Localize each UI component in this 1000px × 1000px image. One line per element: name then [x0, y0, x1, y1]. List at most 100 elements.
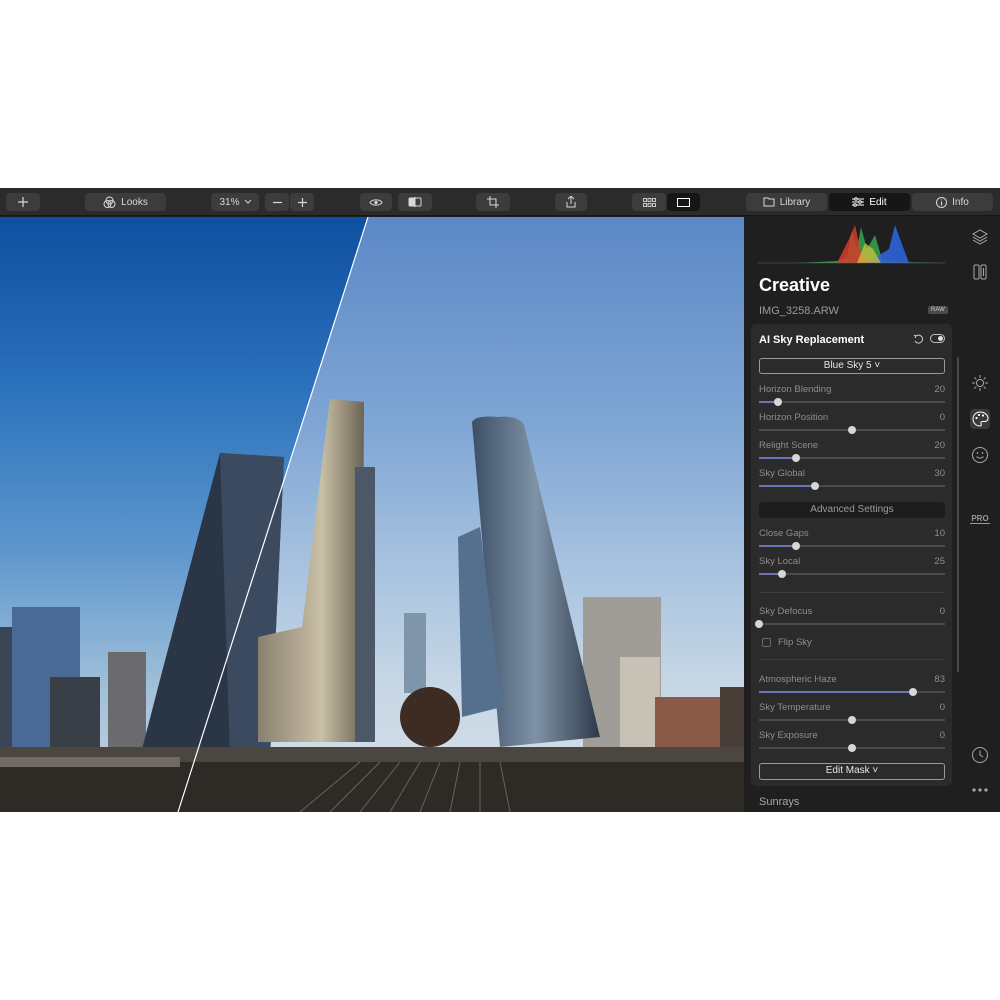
- share-button[interactable]: [555, 193, 587, 211]
- plus-icon: [18, 197, 28, 207]
- crop-button[interactable]: [476, 193, 510, 211]
- top-toolbar: Looks 31% Library Edit Info: [0, 188, 1000, 216]
- slider-value[interactable]: 0: [940, 702, 945, 713]
- history-icon[interactable]: [970, 745, 990, 765]
- divider: [759, 659, 945, 660]
- edit-label: Edit: [869, 196, 887, 208]
- slider-track[interactable]: [759, 482, 945, 490]
- slider-knob[interactable]: [755, 620, 763, 628]
- face-icon[interactable]: [970, 445, 990, 465]
- slider-value[interactable]: 0: [940, 412, 945, 423]
- slider-track[interactable]: [759, 426, 945, 434]
- slider-knob[interactable]: [848, 716, 856, 724]
- flip-sky-checkbox[interactable]: [762, 638, 771, 647]
- zoom-out-button[interactable]: [265, 193, 289, 211]
- slider-label: Sky Defocus: [759, 606, 813, 617]
- preview-button[interactable]: [360, 193, 392, 211]
- sunrays-section-title[interactable]: Sunrays: [759, 796, 799, 808]
- share-icon: [566, 196, 576, 208]
- sky-select-dropdown[interactable]: Blue Sky 5 ˅: [759, 358, 945, 374]
- library-tab[interactable]: Library: [746, 193, 827, 211]
- slider-track[interactable]: [759, 570, 945, 578]
- before-after-divider[interactable]: [0, 217, 744, 812]
- photo-canvas[interactable]: [0, 217, 744, 812]
- more-icon[interactable]: [970, 780, 990, 800]
- slider-value[interactable]: 83: [934, 674, 945, 685]
- panel-title: Creative: [759, 275, 831, 295]
- grid-view-button[interactable]: [632, 193, 666, 211]
- slider-knob[interactable]: [848, 426, 856, 434]
- advanced-settings-button[interactable]: Advanced Settings: [759, 502, 945, 518]
- slider-label: Sky Local: [759, 556, 801, 567]
- grid-icon: [642, 197, 656, 207]
- info-tab[interactable]: Info: [912, 193, 993, 211]
- slider-label: Atmospheric Haze: [759, 674, 837, 685]
- sun-icon[interactable]: [970, 373, 990, 393]
- slider-knob[interactable]: [773, 398, 782, 406]
- slider-knob[interactable]: [792, 454, 801, 462]
- slider-value[interactable]: 0: [940, 606, 945, 617]
- info-label: Info: [952, 196, 969, 208]
- slider-knob[interactable]: [848, 744, 856, 752]
- slider-track[interactable]: [759, 744, 945, 752]
- chevron-down-icon: [244, 200, 251, 204]
- ai-sky-replacement-card: AI Sky Replacement Blue Sky 5 ˅ Advanced…: [751, 324, 952, 786]
- slider-knob[interactable]: [778, 570, 787, 578]
- slider-value[interactable]: 10: [934, 528, 945, 539]
- tool-enable-toggle[interactable]: [930, 334, 945, 343]
- compare-icon: [408, 197, 422, 207]
- slider-label: Horizon Blending: [759, 384, 832, 395]
- edit-mask-dropdown[interactable]: Edit Mask ˅: [759, 763, 945, 780]
- slider-track[interactable]: [759, 716, 945, 724]
- slider-knob[interactable]: [792, 542, 801, 550]
- info-icon: [936, 196, 948, 208]
- histogram: [757, 225, 945, 264]
- slider-label: Relight Scene: [759, 440, 819, 451]
- slider-track[interactable]: [755, 620, 945, 628]
- looks-label: Looks: [121, 196, 148, 208]
- edit-tab[interactable]: Edit: [829, 193, 910, 211]
- slider-knob[interactable]: [810, 482, 819, 490]
- slider-track[interactable]: [759, 688, 945, 696]
- compare-button[interactable]: [398, 193, 432, 211]
- panel-scrollbar[interactable]: [957, 357, 959, 672]
- palette-icon[interactable]: [970, 409, 990, 429]
- presets-icon[interactable]: [970, 262, 990, 282]
- flip-sky-label: Flip Sky: [778, 637, 812, 648]
- divider: [759, 592, 945, 593]
- edit-panel: Creative IMG_3258.ARW RAW AI Sky Replace…: [745, 217, 960, 812]
- slider-fill: [759, 545, 797, 547]
- slider-fill: [759, 485, 815, 487]
- app-window: Looks 31% Library Edit Info Creative IMG…: [0, 188, 1000, 812]
- slider-label: Horizon Position: [759, 412, 829, 423]
- file-name: IMG_3258.ARW: [759, 305, 839, 317]
- slider-fill: [759, 457, 797, 459]
- looks-button[interactable]: Looks: [85, 193, 166, 211]
- tool-title[interactable]: AI Sky Replacement: [759, 334, 864, 346]
- pro-label[interactable]: PRO: [970, 514, 990, 524]
- slider-value[interactable]: 25: [934, 556, 945, 567]
- undo-icon[interactable]: [913, 334, 923, 344]
- crop-icon: [487, 196, 499, 208]
- slider-value[interactable]: 20: [934, 384, 945, 395]
- add-button[interactable]: [6, 193, 40, 211]
- single-view-button[interactable]: [667, 193, 700, 211]
- slider-value[interactable]: 20: [934, 440, 945, 451]
- slider-label: Close Gaps: [759, 528, 809, 539]
- slider-knob[interactable]: [909, 688, 918, 696]
- slider-value[interactable]: 0: [940, 730, 945, 741]
- layers-icon[interactable]: [970, 227, 990, 247]
- zoom-value: 31%: [219, 196, 240, 208]
- slider-track[interactable]: [759, 398, 945, 406]
- zoom-in-button[interactable]: [290, 193, 314, 211]
- slider-track[interactable]: [759, 454, 945, 462]
- zoom-select[interactable]: 31%: [211, 193, 259, 211]
- slider-label: Sky Temperature: [759, 702, 831, 713]
- slider-value[interactable]: 30: [934, 468, 945, 479]
- eye-icon: [369, 198, 383, 206]
- slider-track[interactable]: [759, 542, 945, 550]
- sliders-icon: [852, 197, 865, 207]
- single-image-icon: [677, 197, 690, 207]
- slider-fill: [759, 691, 914, 693]
- minus-icon: [272, 201, 282, 203]
